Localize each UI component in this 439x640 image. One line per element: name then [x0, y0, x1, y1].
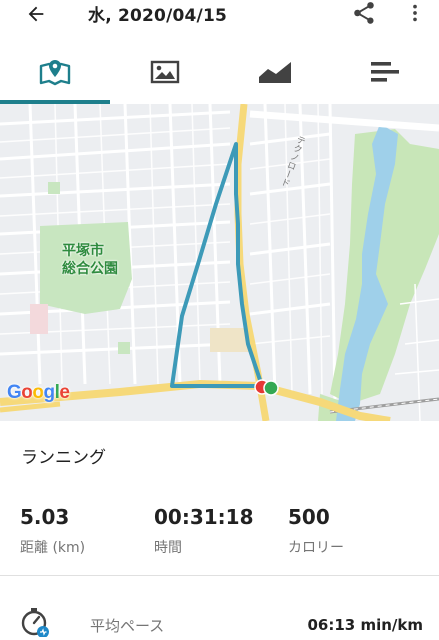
- divider: [0, 575, 439, 576]
- activity-type: ランニング: [21, 448, 106, 468]
- tab-chart[interactable]: [220, 40, 330, 104]
- tab-details[interactable]: [330, 40, 439, 104]
- page-title: 水, 2020/04/15: [88, 6, 228, 26]
- stat-duration-value: 00:31:18: [154, 505, 254, 529]
- arrow-back-icon: [28, 6, 44, 22]
- tab-map[interactable]: [0, 40, 110, 104]
- image-icon: [150, 60, 180, 84]
- pace-value: 06:13 min/km: [307, 616, 423, 634]
- stat-calories-value: 500: [288, 505, 330, 529]
- more-vert-icon: [413, 4, 417, 22]
- tab-bar: [0, 40, 439, 104]
- stat-duration: 00:31:18 時間: [154, 505, 254, 557]
- stat-calories-label: カロリー: [288, 540, 344, 556]
- park-label: 平塚市 総合公園: [62, 243, 118, 277]
- pace-icon: [21, 608, 49, 637]
- stat-duration-label: 時間: [154, 540, 182, 556]
- stat-distance: 5.03 距離 (km): [20, 505, 85, 557]
- share-icon: [354, 2, 374, 24]
- app-bar: 水, 2020/04/15: [0, 0, 439, 40]
- map-icon: [39, 60, 71, 86]
- pace-label: 平均ペース: [90, 617, 165, 635]
- tab-photos[interactable]: [110, 40, 220, 104]
- area-chart-icon: [259, 62, 291, 83]
- google-logo: Google: [7, 382, 70, 403]
- stat-calories: 500 カロリー: [288, 505, 344, 557]
- stat-distance-value: 5.03: [20, 505, 70, 529]
- share-button[interactable]: [351, 0, 377, 26]
- start-marker: [263, 380, 279, 396]
- back-button[interactable]: [22, 0, 50, 28]
- stat-distance-label: 距離 (km): [20, 540, 86, 556]
- list-icon: [371, 62, 399, 82]
- more-options-button[interactable]: [404, 0, 426, 26]
- route-map[interactable]: 平塚市 総合公園 テクノロード: [0, 104, 439, 421]
